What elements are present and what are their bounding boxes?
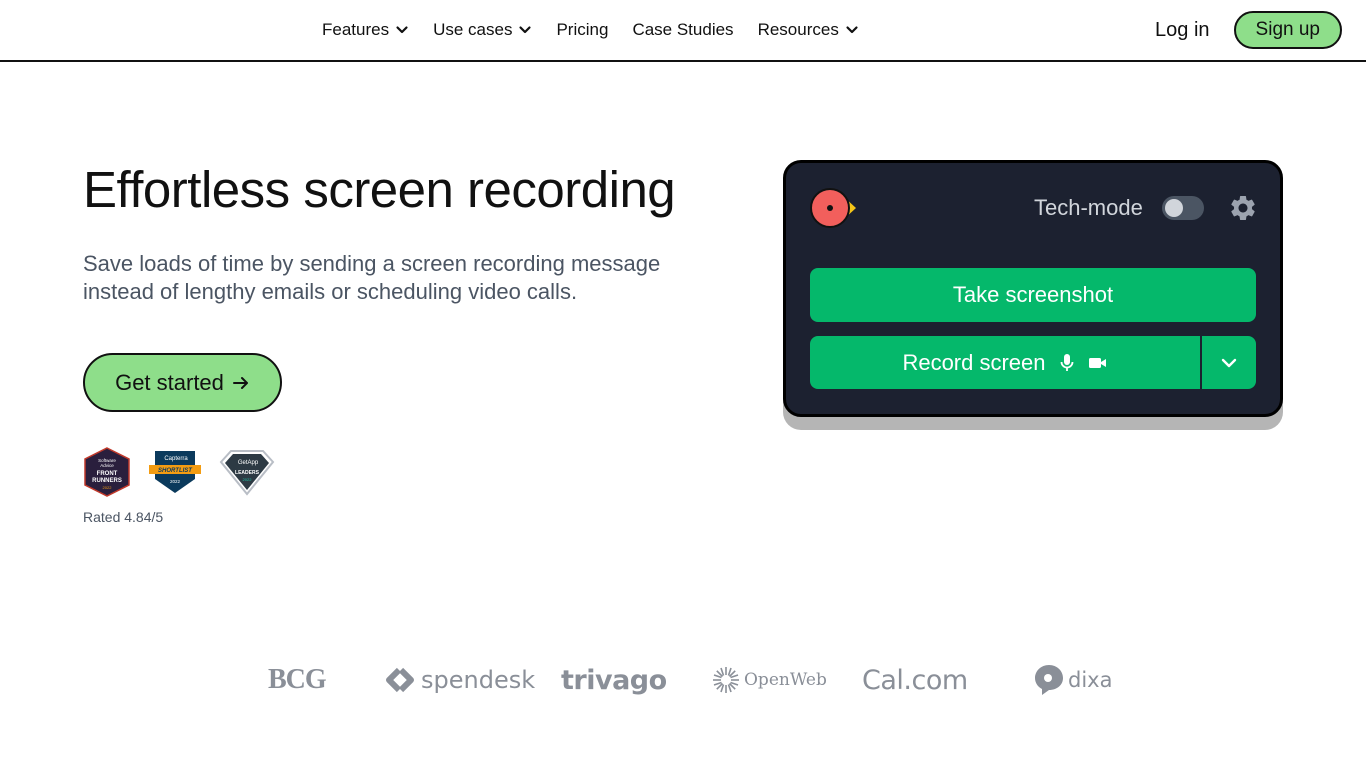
dixa-logo: dixa — [1034, 660, 1112, 700]
chevron-down-icon — [396, 26, 408, 34]
trivago-logo: trivago — [561, 664, 667, 696]
svg-text:SHORTLIST: SHORTLIST — [158, 468, 193, 474]
toggle-knob — [1165, 199, 1183, 217]
nav-links: Features Use cases Pricing Case Studies … — [322, 0, 859, 60]
svg-text:RUNNERS: RUNNERS — [92, 478, 122, 484]
gear-icon[interactable] — [1228, 193, 1258, 223]
nav-item-use-cases[interactable]: Use cases — [433, 20, 532, 40]
nav-item-case-studies[interactable]: Case Studies — [632, 20, 733, 40]
take-screenshot-button[interactable]: Take screenshot — [810, 268, 1256, 322]
svg-text:FRONT: FRONT — [97, 471, 118, 477]
openweb-wordmark: OpenWeb — [744, 670, 827, 690]
tech-mode-toggle[interactable] — [1162, 196, 1204, 220]
openweb-mark-icon — [713, 667, 739, 693]
software-advice-front-runners-badge: Software Advice FRONT RUNNERS 2022 — [84, 447, 130, 497]
cal-com-logo: Cal.com — [862, 664, 968, 696]
hero-title: Effortless screen recording — [83, 161, 676, 218]
spendesk-wordmark: spendesk — [421, 666, 536, 694]
svg-text:2022: 2022 — [170, 479, 181, 484]
chevron-down-icon — [519, 26, 532, 34]
svg-text:2022: 2022 — [243, 477, 253, 482]
nav-item-label: Pricing — [556, 20, 609, 39]
nav-item-resources[interactable]: Resources — [758, 20, 859, 40]
nav-item-features[interactable]: Features — [322, 20, 409, 40]
get-started-label: Get started — [115, 369, 224, 395]
spendesk-logo: spendesk — [385, 660, 535, 700]
record-options-dropdown[interactable] — [1202, 336, 1256, 389]
svg-text:Advice: Advice — [100, 463, 114, 468]
svg-text:2022: 2022 — [103, 485, 113, 490]
chevron-down-icon — [846, 26, 858, 34]
getapp-leaders-badge: GetApp LEADERS 2022 — [219, 450, 275, 496]
camera-icon — [1088, 357, 1106, 368]
award-badges: Software Advice FRONT RUNNERS 2022 Capte… — [83, 447, 275, 497]
app-logo-icon — [810, 188, 856, 228]
spendesk-mark-icon — [386, 667, 414, 693]
get-started-button[interactable]: Get started — [83, 353, 282, 412]
nav-item-label: Resources — [757, 20, 839, 39]
nav-actions: Log in Sign up — [1155, 11, 1342, 49]
signup-button[interactable]: Sign up — [1233, 11, 1342, 49]
openweb-logo: OpenWeb — [712, 660, 827, 700]
svg-text:Capterra: Capterra — [164, 456, 188, 462]
dixa-mark-icon — [1035, 665, 1063, 695]
rating-text: Rated 4.84/5 — [83, 509, 164, 525]
microphone-icon — [1060, 353, 1073, 371]
recorder-widget: Tech-mode Take screenshot Record screen — [783, 160, 1283, 417]
bcg-logo: BCG — [268, 664, 327, 695]
arrow-right-icon — [232, 376, 248, 389]
svg-text:GetApp: GetApp — [238, 460, 259, 466]
nav-item-label: Features — [322, 20, 390, 39]
nav-item-label: Case Studies — [632, 20, 734, 39]
login-link[interactable]: Log in — [1155, 19, 1210, 42]
nav-item-pricing[interactable]: Pricing — [556, 20, 608, 40]
tech-mode-label: Tech-mode — [1034, 195, 1143, 220]
customer-logos: BCG spendesk trivago OpenWeb Cal.com dix… — [268, 660, 1112, 700]
hero-subtitle: Save loads of time by sending a screen r… — [83, 251, 661, 304]
dixa-wordmark: dixa — [1068, 668, 1113, 692]
record-screen-label: Record screen — [902, 349, 1046, 375]
record-screen-button[interactable]: Record screen — [810, 336, 1200, 389]
top-navbar: Features Use cases Pricing Case Studies … — [0, 0, 1366, 62]
nav-item-label: Use cases — [433, 20, 513, 39]
svg-text:LEADERS: LEADERS — [235, 470, 260, 476]
chevron-down-icon — [1221, 358, 1237, 367]
capterra-shortlist-badge: Capterra SHORTLIST 2022 — [149, 451, 201, 493]
